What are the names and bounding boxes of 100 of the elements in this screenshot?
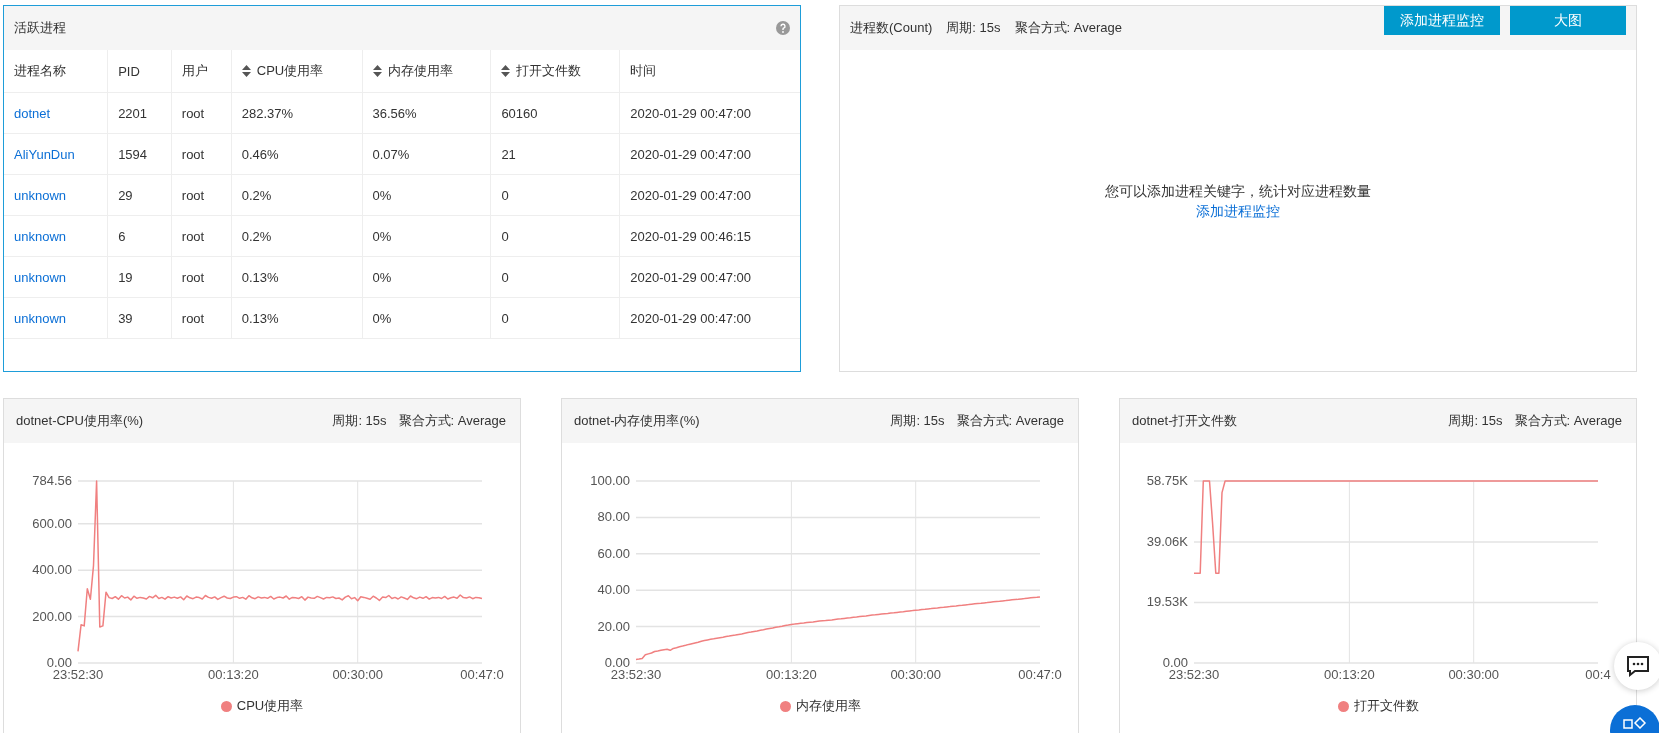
table-cell: root xyxy=(181,187,205,203)
add-monitor-button[interactable]: 添加进程监控 xyxy=(1384,6,1500,35)
process-name-link[interactable]: AliYunDun xyxy=(14,146,75,162)
table-cell: 0.07% xyxy=(372,146,410,162)
y-axis-label: 600.00 xyxy=(32,515,72,531)
x-axis-label: 23:52:30 xyxy=(1168,667,1220,682)
table-cell: 19 xyxy=(118,269,133,285)
x-axis-label: 00:13:20 xyxy=(208,667,259,682)
table-cell: 0 xyxy=(501,187,509,203)
chat-icon xyxy=(1626,655,1650,677)
y-axis-label: 400.00 xyxy=(32,562,72,578)
column-header: 时间 xyxy=(630,63,657,78)
empty-message: 您可以添加进程关键字，统计对应进程数量 xyxy=(1105,182,1371,201)
legend-label[interactable]: CPU使用率 xyxy=(236,697,304,715)
large-view-button[interactable]: 大图 xyxy=(1510,6,1626,35)
column-header[interactable]: CPU使用率 xyxy=(256,62,324,80)
y-axis-label: 20.00 xyxy=(597,618,630,634)
period-label: 周期: 15s xyxy=(332,412,387,430)
chat-button[interactable] xyxy=(1614,642,1659,690)
y-axis-label: 60.00 xyxy=(597,545,630,561)
period-label: 周期: 15s xyxy=(1448,412,1503,430)
process-name-link[interactable]: unknown xyxy=(14,187,67,203)
table-cell: 2020-01-29 00:47:00 xyxy=(630,105,751,121)
y-axis-label: 784.56 xyxy=(32,473,72,488)
aggregation-label: 聚合方式: Average xyxy=(1014,19,1122,37)
table-cell: 39 xyxy=(118,310,133,326)
x-axis-label: 00:30:00 xyxy=(1448,667,1499,682)
panel-title: 进程数(Count) xyxy=(850,19,933,37)
y-axis-label: 0.00 xyxy=(604,655,630,670)
x-axis-label: 00:47:0 xyxy=(460,667,504,682)
table-cell: 0.2% xyxy=(241,228,272,244)
process-name-link[interactable]: unknown xyxy=(14,228,67,244)
y-axis-label: 80.00 xyxy=(597,509,630,525)
table-cell: root xyxy=(181,105,205,121)
table-cell: 29 xyxy=(118,187,133,203)
y-axis-label: 100.00 xyxy=(590,473,630,488)
aggregation-label: 聚合方式: Average xyxy=(956,412,1064,430)
table-cell: 2020-01-29 00:47:00 xyxy=(630,269,751,285)
table-cell: 0% xyxy=(372,228,392,244)
legend-label[interactable]: 内存使用率 xyxy=(795,697,861,715)
table-cell: 2020-01-29 00:47:00 xyxy=(630,187,751,203)
panel-title: 活跃进程 xyxy=(14,19,66,37)
chart-title: dotnet-CPU使用率(%) xyxy=(16,412,144,430)
square-diamond-icon xyxy=(1623,717,1647,729)
y-axis-label: 0.00 xyxy=(1162,655,1188,670)
x-axis-label: 00:47:0 xyxy=(1018,667,1062,682)
table-cell: 1594 xyxy=(118,146,148,162)
y-axis-label: 40.00 xyxy=(597,582,630,598)
y-axis-label: 19.53K xyxy=(1146,594,1188,610)
column-header[interactable]: 内存使用率 xyxy=(387,62,453,80)
table-cell: 36.56% xyxy=(372,105,417,121)
process-name-link[interactable]: unknown xyxy=(14,310,67,326)
process-name-link[interactable]: unknown xyxy=(14,269,67,285)
process-name-link[interactable]: dotnet xyxy=(14,105,51,121)
x-axis-label: 00:13:20 xyxy=(1324,667,1375,682)
sort-icon[interactable] xyxy=(241,65,251,77)
add-monitor-link[interactable]: 添加进程监控 xyxy=(1196,202,1280,221)
table-cell: 0 xyxy=(501,310,509,326)
table-cell: 6 xyxy=(118,228,126,244)
column-header[interactable]: 打开文件数 xyxy=(516,62,582,80)
table-cell: 0% xyxy=(372,187,392,203)
table-cell: root xyxy=(181,269,205,285)
table-cell: 60160 xyxy=(501,105,538,121)
sort-icon[interactable] xyxy=(372,65,382,77)
column-header: 用户 xyxy=(181,63,208,78)
x-axis-label: 23:52:30 xyxy=(52,667,104,682)
sort-icon[interactable] xyxy=(501,65,511,77)
table-cell: 2020-01-29 00:47:00 xyxy=(630,146,751,162)
help-icon[interactable] xyxy=(776,21,790,35)
table-cell: root xyxy=(181,228,205,244)
aggregation-label: 聚合方式: Average xyxy=(398,412,506,430)
chart-title: dotnet-打开文件数 xyxy=(1132,412,1238,430)
table-cell: root xyxy=(181,310,205,326)
table-cell: 282.37% xyxy=(241,105,294,121)
column-header: 进程名称 xyxy=(14,63,66,78)
table-cell: 2020-01-29 00:46:15 xyxy=(630,228,751,244)
table-cell: 0.46% xyxy=(241,146,279,162)
y-axis-label: 58.75K xyxy=(1146,473,1188,488)
period-label: 周期: 15s xyxy=(890,412,945,430)
x-axis-label: 00:30:00 xyxy=(332,667,383,682)
table-cell: 0.13% xyxy=(241,310,279,326)
y-axis-label: 39.06K xyxy=(1146,534,1188,549)
table-cell: 2201 xyxy=(118,105,148,121)
period-label: 周期: 15s xyxy=(946,19,1001,37)
chart-title: dotnet-内存使用率(%) xyxy=(574,412,700,430)
table-cell: root xyxy=(181,146,205,162)
table-cell: 0% xyxy=(372,269,392,285)
table-cell: 0 xyxy=(501,269,509,285)
table-cell: 0.13% xyxy=(241,269,279,285)
x-axis-label: 00:13:20 xyxy=(766,667,817,682)
x-axis-label: 00:4 xyxy=(1585,667,1611,682)
table-cell: 0.2% xyxy=(241,187,272,203)
table-cell: 0% xyxy=(372,310,392,326)
x-axis-label: 23:52:30 xyxy=(610,667,662,682)
y-axis-label: 200.00 xyxy=(32,608,72,624)
aggregation-label: 聚合方式: Average xyxy=(1514,412,1622,430)
legend-label[interactable]: 打开文件数 xyxy=(1353,697,1419,715)
table-cell: 21 xyxy=(501,146,516,162)
table-cell: 2020-01-29 00:47:00 xyxy=(630,310,751,326)
table-cell: 0 xyxy=(501,228,509,244)
